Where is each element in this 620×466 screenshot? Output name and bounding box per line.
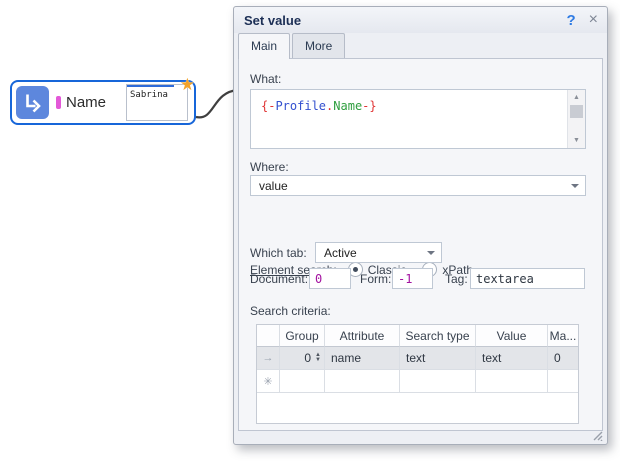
dialog-title: Set value — [244, 13, 301, 28]
new-search-type-cell[interactable] — [400, 370, 476, 393]
set-value-arrow-icon — [16, 86, 49, 119]
tab-more[interactable]: More — [292, 33, 345, 58]
set-value-dialog: Set value ? × Main More What: {-Profile.… — [233, 6, 608, 445]
new-row-indicator-icon: ✳ — [257, 370, 280, 393]
code-object: Profile — [275, 99, 326, 113]
form-label: Form: — [360, 272, 391, 286]
header-group[interactable]: Group — [280, 325, 325, 347]
attribute-cell[interactable]: name — [325, 347, 400, 370]
which-tab-combobox[interactable]: Active — [315, 242, 442, 263]
new-group-cell[interactable] — [280, 370, 325, 393]
code-open: {- — [261, 99, 275, 113]
scroll-down-icon[interactable]: ▼ — [568, 134, 585, 147]
document-field[interactable]: 0 — [309, 268, 351, 289]
star-icon: ★ — [180, 76, 195, 93]
new-match-cell[interactable] — [548, 370, 578, 393]
search-criteria-table: Group Attribute Search type Value Ma... … — [256, 324, 579, 424]
preview-text: Sabrina — [127, 85, 187, 100]
what-textarea[interactable]: {-Profile.Name-} ▲ ▼ — [250, 89, 586, 149]
value-preview-box[interactable]: Sabrina ★ — [126, 84, 188, 121]
tag-field[interactable]: textarea — [470, 268, 585, 289]
scroll-up-icon[interactable]: ▲ — [568, 91, 585, 104]
match-cell[interactable]: 0 — [548, 347, 578, 370]
value-cell[interactable]: text — [476, 347, 548, 370]
search-type-cell[interactable]: text — [400, 347, 476, 370]
magenta-marker — [56, 96, 61, 109]
help-icon[interactable]: ? — [566, 12, 575, 29]
what-code: {-Profile.Name-} — [251, 90, 585, 113]
node-title: Name — [66, 94, 106, 111]
spin-down-icon[interactable]: ▼ — [315, 358, 321, 363]
close-icon[interactable]: × — [589, 12, 598, 28]
tag-label: Tag: — [445, 272, 468, 286]
main-tab-panel: What: {-Profile.Name-} ▲ ▼ Where: value … — [238, 58, 603, 431]
header-search-type[interactable]: Search type — [400, 325, 476, 347]
code-property: Name — [333, 99, 362, 113]
tab-main[interactable]: Main — [238, 33, 290, 59]
chevron-down-icon — [427, 251, 435, 255]
code-close: -} — [362, 99, 376, 113]
group-value: 0 — [304, 351, 311, 365]
header-value[interactable]: Value — [476, 325, 548, 347]
row-indicator-arrow-icon: → — [257, 347, 280, 370]
memo-scrollbar[interactable]: ▲ ▼ — [567, 90, 585, 148]
header-attribute[interactable]: Attribute — [325, 325, 400, 347]
where-label: Where: — [250, 160, 289, 174]
flow-canvas: Name Sabrina ★ Set value ? × Main More W… — [0, 0, 620, 466]
preview-topline — [127, 85, 174, 87]
chevron-down-icon — [571, 184, 579, 188]
new-attribute-cell[interactable] — [325, 370, 400, 393]
form-field[interactable]: -1 — [392, 268, 433, 289]
which-tab-label: Which tab: — [250, 246, 307, 260]
where-value: value — [259, 179, 288, 193]
group-spinner[interactable]: ▲ ▼ — [315, 353, 321, 363]
which-tab-value: Active — [324, 246, 357, 260]
table-empty-area — [257, 393, 578, 423]
document-label: Document: — [250, 272, 308, 286]
what-label: What: — [250, 72, 281, 86]
search-criteria-label: Search criteria: — [250, 304, 331, 318]
action-node-set-value[interactable]: Name Sabrina ★ — [10, 80, 196, 125]
header-match[interactable]: Ma... — [548, 325, 578, 347]
scroll-thumb[interactable] — [570, 105, 583, 118]
dialog-titlebar[interactable]: Set value ? × — [234, 7, 607, 33]
header-selector — [257, 325, 280, 347]
tab-bar: Main More — [238, 33, 347, 58]
resize-grip[interactable] — [591, 429, 603, 441]
group-cell[interactable]: 0 ▲ ▼ — [280, 347, 325, 370]
where-combobox[interactable]: value — [250, 175, 586, 196]
new-value-cell[interactable] — [476, 370, 548, 393]
